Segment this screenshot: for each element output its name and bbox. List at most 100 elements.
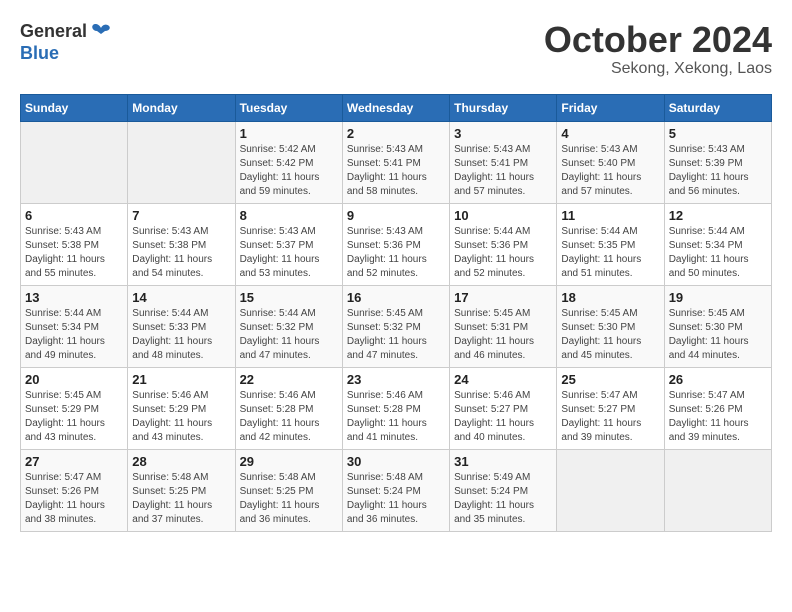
day-info: Sunrise: 5:47 AM Sunset: 5:26 PM Dayligh…: [669, 389, 767, 445]
calendar-cell: 27 Sunrise: 5:47 AM Sunset: 5:26 PM Dayli…: [21, 449, 128, 531]
day-of-week-monday: Monday: [128, 94, 235, 121]
day-number: 19: [669, 290, 767, 305]
day-info: Sunrise: 5:43 AM Sunset: 5:40 PM Dayligh…: [561, 143, 659, 199]
calendar-cell: 14 Sunrise: 5:44 AM Sunset: 5:33 PM Dayli…: [128, 285, 235, 367]
day-info: Sunrise: 5:44 AM Sunset: 5:33 PM Dayligh…: [132, 307, 230, 363]
calendar-cell: 10 Sunrise: 5:44 AM Sunset: 5:36 PM Dayli…: [450, 203, 557, 285]
calendar-cell: 6 Sunrise: 5:43 AM Sunset: 5:38 PM Daylig…: [21, 203, 128, 285]
day-info: Sunrise: 5:43 AM Sunset: 5:41 PM Dayligh…: [454, 143, 552, 199]
calendar-cell: 12 Sunrise: 5:44 AM Sunset: 5:34 PM Dayli…: [664, 203, 771, 285]
calendar-cell: 11Sunrise: 5:44 AM Sunset: 5:35 PM Dayli…: [557, 203, 664, 285]
day-info: Sunrise: 5:47 AM Sunset: 5:26 PM Dayligh…: [25, 471, 123, 527]
day-info: Sunrise: 5:43 AM Sunset: 5:39 PM Dayligh…: [669, 143, 767, 199]
logo-blue-text: Blue: [20, 44, 113, 64]
day-number: 6: [25, 208, 123, 223]
day-number: 26: [669, 372, 767, 387]
day-number: 21: [132, 372, 230, 387]
day-info: Sunrise: 5:48 AM Sunset: 5:24 PM Dayligh…: [347, 471, 445, 527]
day-number: 4: [561, 126, 659, 141]
calendar-cell: 4 Sunrise: 5:43 AM Sunset: 5:40 PM Daylig…: [557, 121, 664, 203]
day-info: Sunrise: 5:49 AM Sunset: 5:24 PM Dayligh…: [454, 471, 552, 527]
day-number: 20: [25, 372, 123, 387]
day-number: 24: [454, 372, 552, 387]
day-info: Sunrise: 5:44 AM Sunset: 5:34 PM Dayligh…: [25, 307, 123, 363]
day-number: 2: [347, 126, 445, 141]
calendar-cell: 30Sunrise: 5:48 AM Sunset: 5:24 PM Dayli…: [342, 449, 449, 531]
calendar-body: 1 Sunrise: 5:42 AM Sunset: 5:42 PM Daylig…: [21, 121, 772, 531]
subtitle: Sekong, Xekong, Laos: [544, 60, 772, 78]
calendar-cell: 18 Sunrise: 5:45 AM Sunset: 5:30 PM Dayli…: [557, 285, 664, 367]
day-number: 11: [561, 208, 659, 223]
calendar-week-1: 1 Sunrise: 5:42 AM Sunset: 5:42 PM Daylig…: [21, 121, 772, 203]
day-info: Sunrise: 5:43 AM Sunset: 5:37 PM Dayligh…: [240, 225, 338, 281]
calendar-cell: 2 Sunrise: 5:43 AM Sunset: 5:41 PM Daylig…: [342, 121, 449, 203]
calendar-cell: 3 Sunrise: 5:43 AM Sunset: 5:41 PM Daylig…: [450, 121, 557, 203]
day-info: Sunrise: 5:45 AM Sunset: 5:31 PM Dayligh…: [454, 307, 552, 363]
day-info: Sunrise: 5:47 AM Sunset: 5:27 PM Dayligh…: [561, 389, 659, 445]
day-info: Sunrise: 5:43 AM Sunset: 5:38 PM Dayligh…: [25, 225, 123, 281]
day-number: 17: [454, 290, 552, 305]
day-number: 18: [561, 290, 659, 305]
calendar-week-3: 13 Sunrise: 5:44 AM Sunset: 5:34 PM Dayli…: [21, 285, 772, 367]
day-info: Sunrise: 5:48 AM Sunset: 5:25 PM Dayligh…: [240, 471, 338, 527]
day-info: Sunrise: 5:44 AM Sunset: 5:36 PM Dayligh…: [454, 225, 552, 281]
calendar-cell: [21, 121, 128, 203]
calendar-cell: 13 Sunrise: 5:44 AM Sunset: 5:34 PM Dayli…: [21, 285, 128, 367]
day-number: 1: [240, 126, 338, 141]
day-info: Sunrise: 5:46 AM Sunset: 5:28 PM Dayligh…: [347, 389, 445, 445]
day-number: 3: [454, 126, 552, 141]
day-number: 31: [454, 454, 552, 469]
day-number: 27: [25, 454, 123, 469]
day-number: 25: [561, 372, 659, 387]
calendar-cell: 15Sunrise: 5:44 AM Sunset: 5:32 PM Dayli…: [235, 285, 342, 367]
day-of-week-saturday: Saturday: [664, 94, 771, 121]
calendar-week-5: 27 Sunrise: 5:47 AM Sunset: 5:26 PM Dayli…: [21, 449, 772, 531]
calendar-cell: 23 Sunrise: 5:46 AM Sunset: 5:28 PM Dayli…: [342, 367, 449, 449]
calendar-cell: 25 Sunrise: 5:47 AM Sunset: 5:27 PM Dayli…: [557, 367, 664, 449]
calendar-cell: 28Sunrise: 5:48 AM Sunset: 5:25 PM Dayli…: [128, 449, 235, 531]
calendar-cell: 24 Sunrise: 5:46 AM Sunset: 5:27 PM Dayli…: [450, 367, 557, 449]
day-number: 22: [240, 372, 338, 387]
calendar-cell: 31 Sunrise: 5:49 AM Sunset: 5:24 PM Dayli…: [450, 449, 557, 531]
calendar-cell: 7 Sunrise: 5:43 AM Sunset: 5:38 PM Daylig…: [128, 203, 235, 285]
day-number: 8: [240, 208, 338, 223]
day-of-week-thursday: Thursday: [450, 94, 557, 121]
calendar-cell: 17 Sunrise: 5:45 AM Sunset: 5:31 PM Dayli…: [450, 285, 557, 367]
calendar-header: SundayMondayTuesdayWednesdayThursdayFrid…: [21, 94, 772, 121]
day-info: Sunrise: 5:42 AM Sunset: 5:42 PM Dayligh…: [240, 143, 338, 199]
day-info: Sunrise: 5:45 AM Sunset: 5:30 PM Dayligh…: [669, 307, 767, 363]
logo-general-text: General: [20, 22, 87, 42]
calendar-cell: 8 Sunrise: 5:43 AM Sunset: 5:37 PM Daylig…: [235, 203, 342, 285]
calendar-cell: 19 Sunrise: 5:45 AM Sunset: 5:30 PM Dayli…: [664, 285, 771, 367]
day-number: 23: [347, 372, 445, 387]
day-info: Sunrise: 5:46 AM Sunset: 5:29 PM Dayligh…: [132, 389, 230, 445]
day-of-week-wednesday: Wednesday: [342, 94, 449, 121]
calendar-cell: 29Sunrise: 5:48 AM Sunset: 5:25 PM Dayli…: [235, 449, 342, 531]
day-number: 12: [669, 208, 767, 223]
day-info: Sunrise: 5:46 AM Sunset: 5:27 PM Dayligh…: [454, 389, 552, 445]
day-info: Sunrise: 5:45 AM Sunset: 5:30 PM Dayligh…: [561, 307, 659, 363]
day-info: Sunrise: 5:45 AM Sunset: 5:29 PM Dayligh…: [25, 389, 123, 445]
calendar-cell: [664, 449, 771, 531]
calendar-cell: 26 Sunrise: 5:47 AM Sunset: 5:26 PM Dayli…: [664, 367, 771, 449]
day-number: 13: [25, 290, 123, 305]
day-number: 14: [132, 290, 230, 305]
calendar-week-4: 20 Sunrise: 5:45 AM Sunset: 5:29 PM Dayli…: [21, 367, 772, 449]
day-info: Sunrise: 5:43 AM Sunset: 5:41 PM Dayligh…: [347, 143, 445, 199]
day-info: Sunrise: 5:43 AM Sunset: 5:36 PM Dayligh…: [347, 225, 445, 281]
calendar-cell: 22 Sunrise: 5:46 AM Sunset: 5:28 PM Dayli…: [235, 367, 342, 449]
main-title: October 2024: [544, 20, 772, 60]
day-number: 10: [454, 208, 552, 223]
day-number: 7: [132, 208, 230, 223]
calendar-cell: 1 Sunrise: 5:42 AM Sunset: 5:42 PM Daylig…: [235, 121, 342, 203]
page-header: General Blue October 2024 Sekong, Xekong…: [20, 20, 772, 78]
calendar-cell: [128, 121, 235, 203]
day-info: Sunrise: 5:44 AM Sunset: 5:34 PM Dayligh…: [669, 225, 767, 281]
calendar-cell: 5 Sunrise: 5:43 AM Sunset: 5:39 PM Daylig…: [664, 121, 771, 203]
days-of-week-row: SundayMondayTuesdayWednesdayThursdayFrid…: [21, 94, 772, 121]
day-info: Sunrise: 5:46 AM Sunset: 5:28 PM Dayligh…: [240, 389, 338, 445]
day-number: 5: [669, 126, 767, 141]
day-info: Sunrise: 5:43 AM Sunset: 5:38 PM Dayligh…: [132, 225, 230, 281]
calendar-cell: 16Sunrise: 5:45 AM Sunset: 5:32 PM Dayli…: [342, 285, 449, 367]
calendar-cell: 20 Sunrise: 5:45 AM Sunset: 5:29 PM Dayli…: [21, 367, 128, 449]
